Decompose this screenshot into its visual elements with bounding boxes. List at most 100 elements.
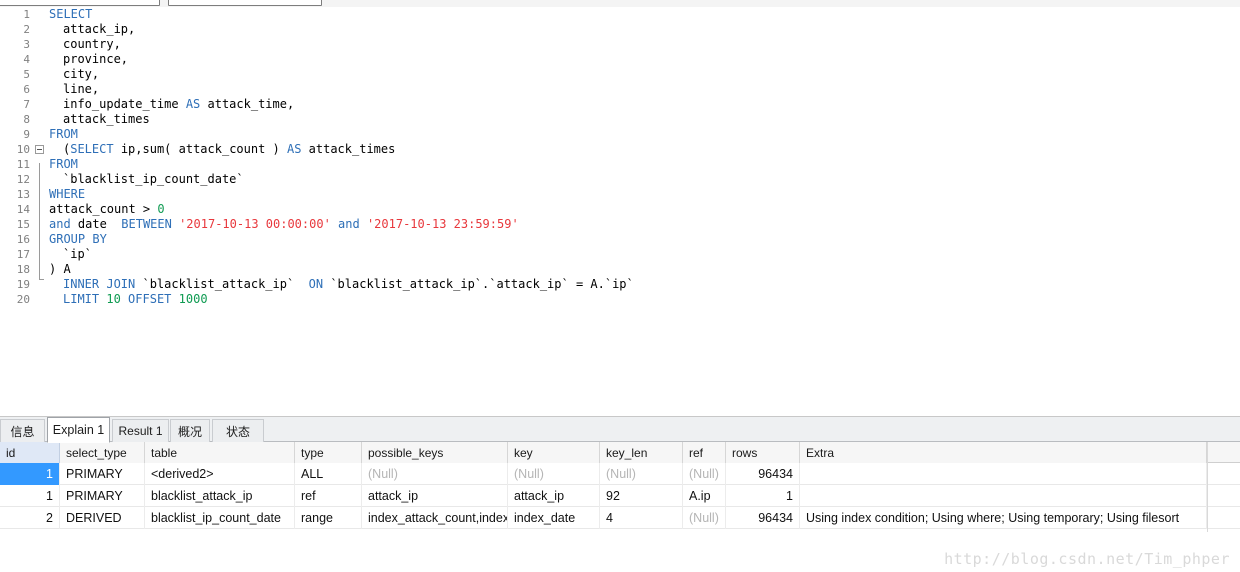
line-code: GROUP BY — [49, 232, 107, 246]
code-fold-icon[interactable] — [35, 145, 44, 154]
tab-信息[interactable]: 信息 — [0, 419, 45, 442]
watermark-text: http://blog.csdn.net/Tim_phper — [944, 550, 1230, 568]
column-header-table[interactable]: table — [145, 442, 295, 463]
line-code: and date BETWEEN '2017-10-13 00:00:00' a… — [49, 217, 519, 231]
line-number: 14 — [16, 203, 30, 216]
line-code: LIMIT 10 OFFSET 1000 — [63, 292, 208, 306]
line-code: (SELECT ip,sum( attack_count ) AS attack… — [63, 142, 396, 156]
cell-key_len[interactable]: (Null) — [600, 463, 683, 485]
editor-line: 14 attack_count > 0 — [0, 202, 1240, 217]
grid-header-row: id select_type table type possible_keys key ke… — [0, 442, 1240, 463]
column-header-select_type[interactable]: select_type — [60, 442, 145, 463]
cell-select_type[interactable]: PRIMARY — [60, 463, 145, 485]
editor-line: 10 (SELECT ip,sum( attack_count ) AS atta… — [0, 142, 1240, 157]
cell-type[interactable]: range — [295, 507, 362, 529]
line-number: 4 — [23, 53, 30, 66]
tab-result-1[interactable]: Result 1 — [112, 419, 169, 442]
column-header-possible_keys[interactable]: possible_keys — [362, 442, 508, 463]
column-header-rows[interactable]: rows — [726, 442, 800, 463]
line-number: 1 — [23, 8, 30, 21]
line-code: attack_count > 0 — [49, 202, 165, 216]
cell-possible_keys[interactable]: index_attack_count,index_ — [362, 507, 508, 529]
cell-key_len[interactable]: 92 — [600, 485, 683, 507]
column-header-ref[interactable]: ref — [683, 442, 726, 463]
line-number: 13 — [16, 188, 30, 201]
line-code: `blacklist_ip_count_date` — [63, 172, 244, 186]
line-number: 2 — [23, 23, 30, 36]
line-number: 9 — [23, 128, 30, 141]
line-code: attack_ip, — [63, 22, 136, 36]
editor-line: 4 province, — [0, 52, 1240, 67]
cell-extra[interactable] — [800, 463, 1207, 485]
cell-type[interactable]: ref — [295, 485, 362, 507]
results-tabbar[interactable]: 信息 Explain 1 Result 1 概况 状态 — [0, 417, 1240, 443]
line-number: 5 — [23, 68, 30, 81]
sql-editor[interactable]: 1 SELECT 2 attack_ip, 3 country, 4 province, 5 ci… — [0, 7, 1240, 416]
line-number: 11 — [16, 158, 30, 171]
line-code: city, — [63, 67, 100, 81]
column-header-type[interactable]: type — [295, 442, 362, 463]
cell-ref[interactable]: (Null) — [683, 463, 726, 485]
line-code: attack_times — [63, 112, 150, 126]
cell-extra[interactable]: Using index condition; Using where; Usin… — [800, 507, 1207, 529]
toolbar-strip — [0, 0, 1240, 7]
editor-line: 6 line, — [0, 82, 1240, 97]
tab-概况[interactable]: 概况 — [170, 419, 210, 442]
line-code: SELECT — [49, 7, 93, 21]
cell-ref[interactable]: (Null) — [683, 507, 726, 529]
cell-rows[interactable]: 96434 — [726, 463, 800, 485]
cell-select_type[interactable]: PRIMARY — [60, 485, 145, 507]
editor-line: 12 `blacklist_ip_count_date` — [0, 172, 1240, 187]
cell-table[interactable]: <derived2> — [145, 463, 295, 485]
cell-ref[interactable]: A.ip — [683, 485, 726, 507]
cell-key[interactable]: index_date — [508, 507, 600, 529]
tab-状态[interactable]: 状态 — [212, 419, 264, 442]
line-code: WHERE — [49, 187, 86, 201]
cell-key[interactable]: (Null) — [508, 463, 600, 485]
cell-rows[interactable]: 96434 — [726, 507, 800, 529]
tab-explain-1[interactable]: Explain 1 — [47, 417, 110, 443]
editor-line: 18) A — [0, 262, 1240, 277]
cell-id[interactable]: 1 — [0, 463, 60, 485]
line-number: 18 — [16, 263, 30, 276]
line-code: line, — [63, 82, 100, 96]
line-code: info_update_time AS attack_time, — [63, 97, 295, 111]
toolbar-field-two[interactable] — [168, 0, 322, 6]
grid-body[interactable]: 1 PRIMARY <derived2> ALL (Null) (Null) (Null)(… — [0, 463, 1240, 529]
editor-line: 3 country, — [0, 37, 1240, 52]
line-number: 7 — [23, 98, 30, 111]
cell-table[interactable]: blacklist_ip_count_date — [145, 507, 295, 529]
editor-line: 7 info_update_time AS attack_time, — [0, 97, 1240, 112]
cell-type[interactable]: ALL — [295, 463, 362, 485]
results-panel: 信息 Explain 1 Result 1 概况 状态 id select_type tab… — [0, 416, 1240, 572]
line-code: INNER JOIN `blacklist_attack_ip` ON `bla… — [63, 277, 634, 291]
editor-line: 13 WHERE — [0, 187, 1240, 202]
editor-line: 5 city, — [0, 67, 1240, 82]
editor-code-area[interactable]: 1 SELECT 2 attack_ip, 3 country, 4 province, 5 ci… — [0, 7, 1240, 416]
line-code: country, — [63, 37, 121, 51]
cell-possible_keys[interactable]: attack_ip — [362, 485, 508, 507]
line-code: FROM — [49, 157, 78, 171]
table-row[interactable]: 2 DERIVED blacklist_ip_count_date range inde… — [0, 507, 1240, 529]
cell-possible_keys[interactable]: (Null) — [362, 463, 508, 485]
line-code: `ip` — [63, 247, 92, 261]
column-header-extra[interactable]: Extra — [800, 442, 1207, 463]
column-header-key_len[interactable]: key_len — [600, 442, 683, 463]
cell-table[interactable]: blacklist_attack_ip — [145, 485, 295, 507]
cell-key[interactable]: attack_ip — [508, 485, 600, 507]
cell-id[interactable]: 2 — [0, 507, 60, 529]
column-header-key[interactable]: key — [508, 442, 600, 463]
table-row[interactable]: 1 PRIMARY <derived2> ALL (Null) (Null) (Null)(… — [0, 463, 1240, 485]
cell-select_type[interactable]: DERIVED — [60, 507, 145, 529]
editor-line: 8 attack_times — [0, 112, 1240, 127]
cell-id[interactable]: 1 — [0, 485, 60, 507]
line-number: 20 — [16, 293, 30, 306]
toolbar-field-one[interactable] — [0, 0, 160, 6]
cell-key_len[interactable]: 4 — [600, 507, 683, 529]
column-header-id[interactable]: id — [0, 442, 60, 463]
cell-extra[interactable] — [800, 485, 1207, 507]
editor-line: 1 SELECT — [0, 7, 1240, 22]
line-number: 17 — [16, 248, 30, 261]
cell-rows[interactable]: 1 — [726, 485, 800, 507]
table-row[interactable]: 1 PRIMARY blacklist_attack_ip ref attack_ip a… — [0, 485, 1240, 507]
